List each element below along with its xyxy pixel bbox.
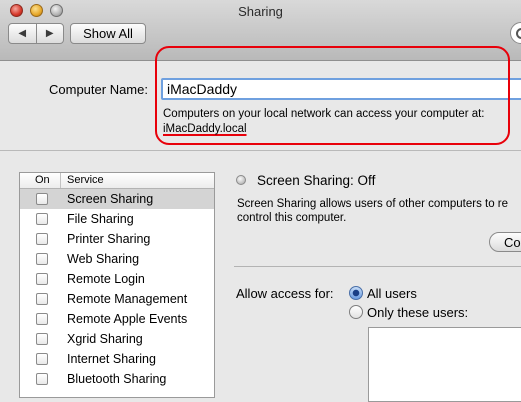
only-these-users-radio[interactable]	[349, 305, 363, 319]
service-row-remote-apple-events[interactable]: Remote Apple Events	[20, 309, 214, 329]
description-line: Screen Sharing allows users of other com…	[237, 198, 509, 210]
back-forward-control: ◀ ▶	[8, 23, 64, 44]
chevron-left-icon: ◀	[18, 28, 27, 39]
service-row-remote-management[interactable]: Remote Management	[20, 289, 214, 309]
service-row-file-sharing[interactable]: File Sharing	[20, 209, 214, 229]
service-checkbox[interactable]	[36, 373, 48, 385]
section-divider	[0, 150, 521, 151]
service-checkbox[interactable]	[36, 353, 48, 365]
local-hostname: iMacDaddy.local	[163, 123, 247, 135]
service-status: Screen Sharing: Off	[257, 173, 376, 188]
service-row-bluetooth-sharing[interactable]: Bluetooth Sharing	[20, 369, 214, 389]
service-row-printer-sharing[interactable]: Printer Sharing	[20, 229, 214, 249]
title-bar: Sharing ◀ ▶ Show All	[0, 0, 521, 61]
service-row-remote-login[interactable]: Remote Login	[20, 269, 214, 289]
network-access-text: Computers on your local network can acce…	[163, 108, 485, 120]
computer-name-label: Computer Name:	[49, 82, 148, 97]
search-field[interactable]	[510, 22, 521, 44]
show-all-button[interactable]: Show All	[70, 23, 146, 44]
service-label: Bluetooth Sharing	[67, 372, 167, 386]
service-description: Screen Sharing allows users of other com…	[237, 197, 521, 225]
column-separator	[60, 173, 61, 188]
allowed-users-list[interactable]	[368, 327, 521, 402]
detail-divider	[234, 266, 521, 267]
service-checkbox[interactable]	[36, 213, 48, 225]
all-users-label[interactable]: All users	[367, 286, 417, 301]
service-checkbox[interactable]	[36, 193, 48, 205]
service-label: Remote Login	[67, 272, 145, 286]
computer-name-note: Computers on your local network can acce…	[163, 107, 485, 137]
service-row-internet-sharing[interactable]: Internet Sharing	[20, 349, 214, 369]
service-label: Remote Management	[67, 292, 188, 306]
service-checkbox[interactable]	[36, 233, 48, 245]
forward-button[interactable]: ▶	[35, 24, 64, 43]
description-line: control this computer.	[237, 212, 347, 224]
service-checkbox[interactable]	[36, 253, 48, 265]
service-label: Xgrid Sharing	[67, 332, 143, 346]
back-button[interactable]: ◀	[9, 24, 36, 43]
window-title: Sharing	[238, 4, 283, 19]
on-column-header[interactable]: On	[35, 174, 50, 186]
status-indicator-icon	[236, 175, 246, 185]
service-row-web-sharing[interactable]: Web Sharing	[20, 249, 214, 269]
chevron-right-icon: ▶	[45, 28, 54, 39]
computer-settings-button[interactable]: Co	[489, 232, 521, 252]
service-column-header[interactable]: Service	[67, 174, 104, 186]
service-checkbox[interactable]	[36, 313, 48, 325]
service-list-header: On Service	[20, 173, 214, 189]
service-label: File Sharing	[67, 212, 134, 226]
service-label: Web Sharing	[67, 252, 140, 266]
computer-name-field[interactable]	[161, 78, 521, 100]
service-label: Screen Sharing	[67, 192, 154, 206]
service-label: Internet Sharing	[67, 352, 156, 366]
all-users-radio[interactable]	[349, 286, 363, 300]
service-list[interactable]: On Service Screen Sharing File Sharing P…	[19, 172, 215, 398]
service-label: Printer Sharing	[67, 232, 151, 246]
only-these-users-label[interactable]: Only these users:	[367, 305, 468, 320]
service-row-xgrid-sharing[interactable]: Xgrid Sharing	[20, 329, 214, 349]
service-row-screen-sharing[interactable]: Screen Sharing	[20, 189, 214, 209]
service-checkbox[interactable]	[36, 333, 48, 345]
service-checkbox[interactable]	[36, 293, 48, 305]
service-label: Remote Apple Events	[67, 312, 188, 326]
service-checkbox[interactable]	[36, 273, 48, 285]
allow-access-label: Allow access for:	[236, 286, 334, 301]
